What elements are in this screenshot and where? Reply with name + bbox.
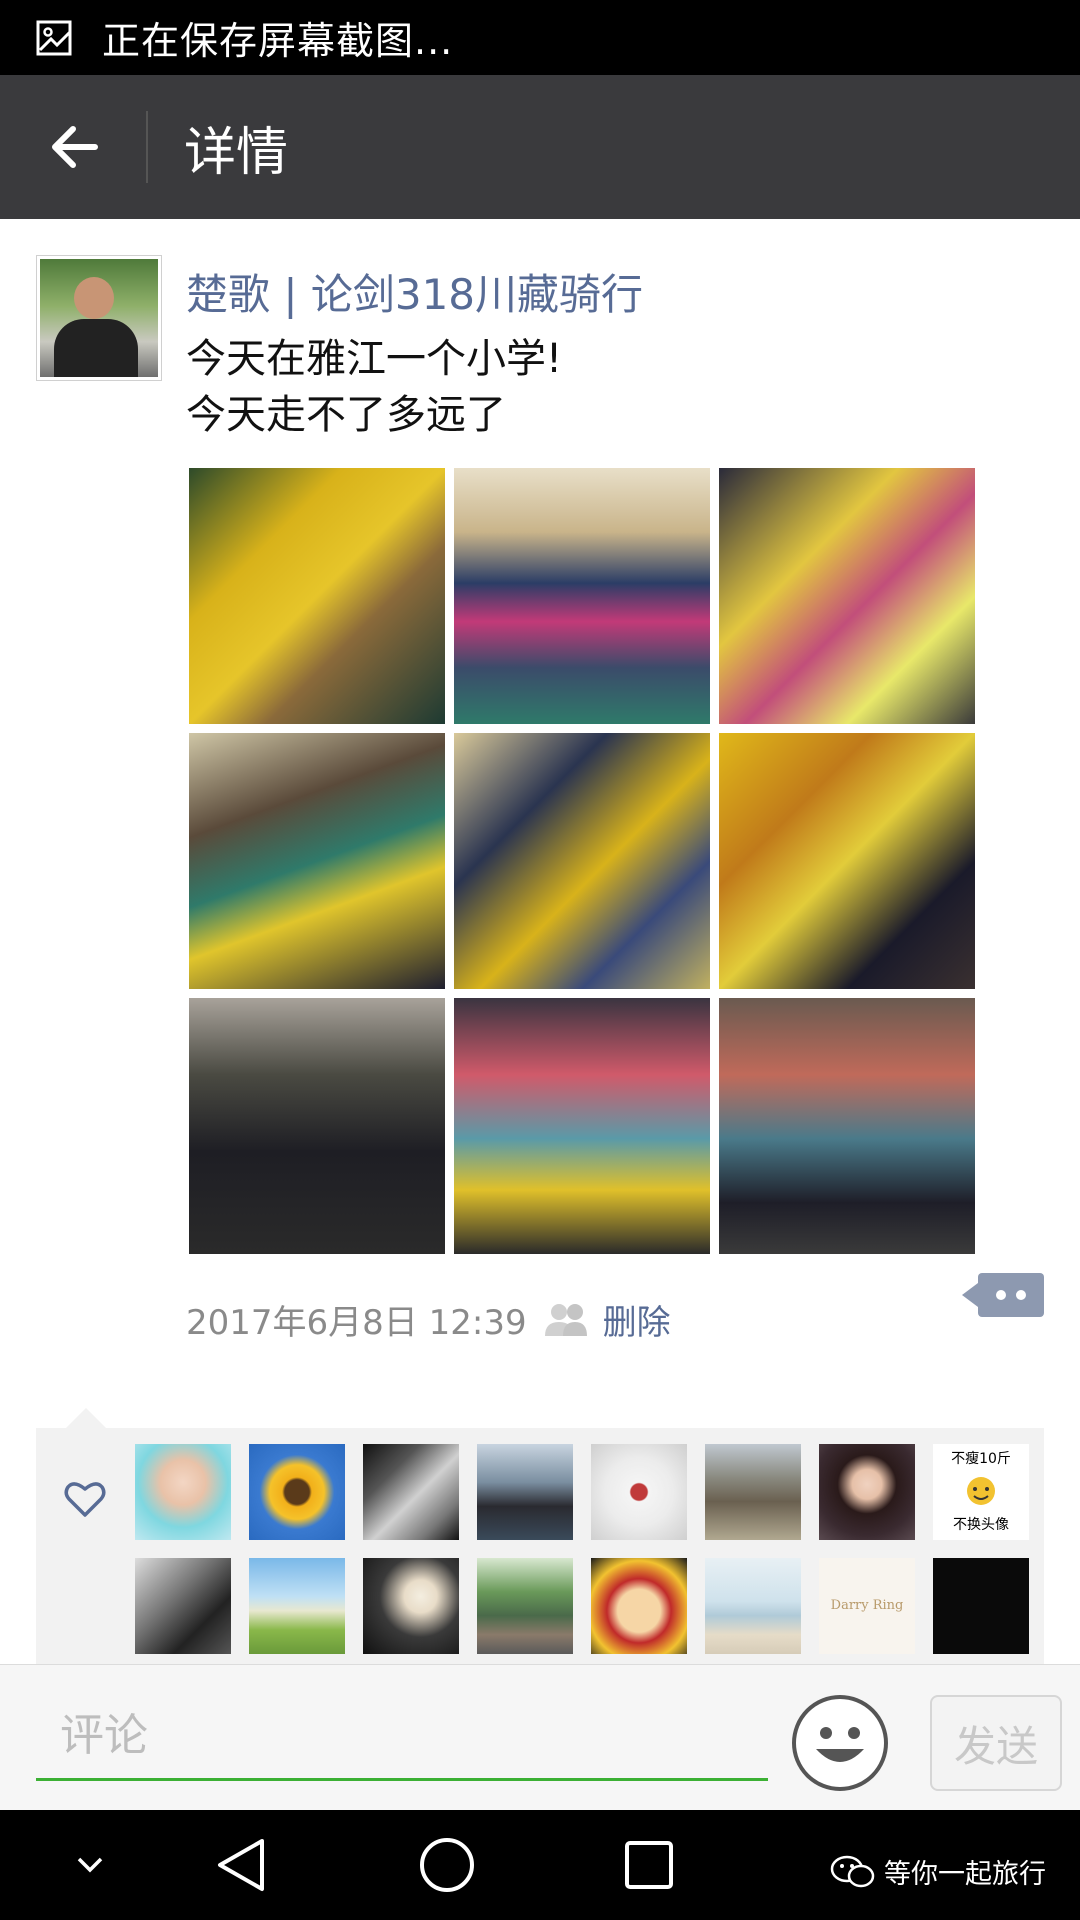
liker-avatar[interactable] (135, 1558, 231, 1654)
post-photo-9[interactable] (719, 998, 975, 1254)
liker-avatar[interactable] (477, 1444, 573, 1540)
post-photo-6[interactable] (719, 733, 975, 989)
visibility-people-icon (544, 1303, 587, 1336)
watermark-text: 等你一起旅行 (884, 1859, 1046, 1890)
post-photo-3[interactable] (719, 468, 975, 724)
post-photo-4[interactable] (189, 733, 445, 989)
triangle-back-icon (218, 1839, 264, 1891)
post-photo-7[interactable] (189, 998, 445, 1254)
comment-input[interactable]: 评论 (36, 1691, 768, 1781)
liker-avatar[interactable] (477, 1558, 573, 1654)
post-photo-5[interactable] (454, 733, 710, 989)
status-bar: 正在保存屏幕截图... (0, 0, 1080, 75)
emoji-button[interactable] (792, 1695, 888, 1791)
avatar-caption: 不换头像 (953, 1517, 1009, 1533)
hide-keyboard-button[interactable] (60, 1810, 120, 1920)
back-arrow-icon (52, 126, 98, 168)
comment-toggle-button[interactable] (962, 1273, 1044, 1317)
liker-avatar[interactable] (363, 1558, 459, 1654)
post-text: 今天在雅江一个小学! 今天走不了多远了 (186, 336, 563, 438)
nav-divider (146, 111, 148, 183)
photo-grid (189, 468, 979, 1254)
author-name[interactable]: 楚歌 | 论剑318川藏骑行 (186, 261, 643, 322)
circle-home-icon (420, 1838, 474, 1892)
nav-recents-button[interactable] (614, 1810, 684, 1920)
avatar-caption: 不瘦10斤 (951, 1451, 1011, 1467)
likes-panel: 不瘦10斤 不换头像 Darry Ring (36, 1408, 1044, 1664)
post-meta: 2017年6月8日 12:39 删除 (186, 1295, 671, 1344)
back-button[interactable] (0, 75, 146, 219)
comment-bar: 评论 发送 (0, 1664, 1080, 1810)
smiley-icon (816, 1727, 864, 1762)
post-photo-1[interactable] (189, 468, 445, 724)
wechat-icon (830, 1855, 875, 1887)
delete-link[interactable]: 删除 (603, 1295, 671, 1344)
liker-avatar[interactable] (705, 1444, 801, 1540)
nav-home-button[interactable] (412, 1810, 482, 1920)
liker-avatar[interactable] (705, 1558, 801, 1654)
post-timestamp: 2017年6月8日 12:39 (186, 1303, 527, 1343)
liker-avatar[interactable]: 不瘦10斤 不换头像 (933, 1444, 1029, 1540)
send-button[interactable]: 发送 (930, 1695, 1062, 1791)
liker-avatar[interactable] (249, 1558, 345, 1654)
nav-bar: 详情 (0, 75, 1080, 219)
liker-avatar[interactable] (933, 1558, 1029, 1654)
watermark: 等你一起旅行 (830, 1852, 1046, 1891)
post-detail: 楚歌 | 论剑318川藏骑行 今天在雅江一个小学! 今天走不了多远了 2017年… (0, 219, 1080, 1664)
post-photo-2[interactable] (454, 468, 710, 724)
screenshot-icon (36, 20, 72, 55)
liker-avatar[interactable] (249, 1444, 345, 1540)
author-avatar[interactable] (36, 255, 162, 381)
chevron-down-icon (77, 1857, 103, 1873)
heart-icon (64, 1482, 106, 1517)
post-photo-8[interactable] (454, 998, 710, 1254)
liker-avatar[interactable] (135, 1444, 231, 1540)
square-recents-icon (625, 1841, 673, 1889)
liker-avatar[interactable] (591, 1444, 687, 1540)
liker-avatar[interactable] (819, 1444, 915, 1540)
liker-avatar[interactable] (363, 1444, 459, 1540)
page-title: 详情 (184, 122, 289, 183)
status-text: 正在保存屏幕截图... (102, 19, 454, 63)
avatar-brand-text: Darry Ring (830, 1598, 904, 1613)
nav-back-button[interactable] (206, 1810, 276, 1920)
liker-avatar[interactable] (591, 1558, 687, 1654)
liker-avatar[interactable]: Darry Ring (819, 1558, 915, 1654)
liker-avatars: 不瘦10斤 不换头像 Darry Ring (135, 1444, 1029, 1654)
cartoon-icon (967, 1477, 995, 1505)
